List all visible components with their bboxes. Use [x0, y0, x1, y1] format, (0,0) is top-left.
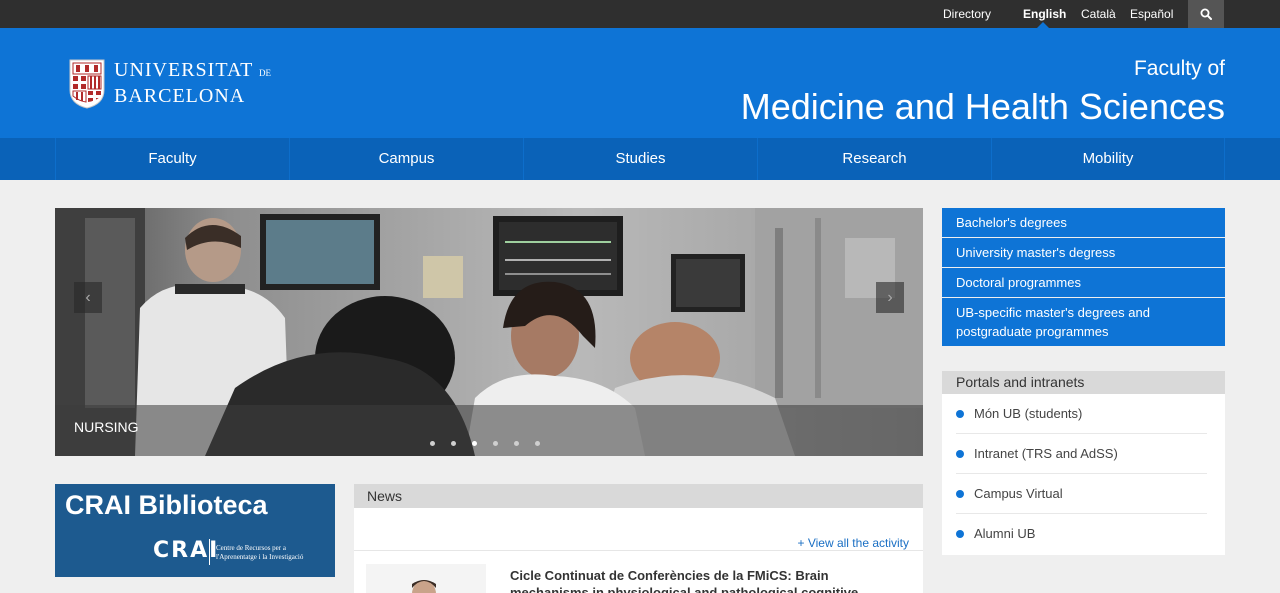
- site-header: UNIVERSITAT DE BARCELONA Faculty of Medi…: [0, 28, 1280, 138]
- bachelors-degrees-link[interactable]: Bachelor's degrees: [942, 208, 1225, 237]
- view-all-activity-link[interactable]: + View all the activity: [798, 536, 910, 550]
- slider-dots: [430, 441, 540, 446]
- news-thumbnail[interactable]: [366, 564, 486, 593]
- language-espanol[interactable]: Español: [1130, 0, 1173, 28]
- nav-item-faculty[interactable]: Faculty: [55, 138, 289, 180]
- news-panel: News + View all the activity Cicle Conti…: [354, 484, 923, 593]
- portal-item-alumni[interactable]: Alumni UB: [956, 514, 1207, 554]
- news-item-title[interactable]: Cicle Continuat de Conferències de la FM…: [510, 567, 870, 593]
- crai-subtitle-line2: l'Aprenentatge i la Investigació: [216, 553, 304, 561]
- faculty-of-label: Faculty of: [1133, 57, 1225, 80]
- slider-dot-active[interactable]: [472, 441, 477, 446]
- news-divider: [354, 550, 923, 551]
- search-icon: [1200, 8, 1212, 20]
- crai-subtitle: Centre de Recursos per a l'Aprenentatge …: [216, 544, 334, 562]
- chevron-right-icon: ›: [887, 289, 893, 306]
- nav-item-mobility[interactable]: Mobility: [991, 138, 1225, 180]
- portal-item-intranet[interactable]: Intranet (TRS and AdSS): [956, 434, 1207, 474]
- crai-divider: [209, 539, 210, 565]
- slider-dot[interactable]: [493, 441, 498, 446]
- slide-caption: NURSING: [74, 419, 139, 435]
- portal-label: Món UB (students): [974, 406, 1083, 421]
- news-photo: [366, 564, 486, 593]
- slider-dot[interactable]: [535, 441, 540, 446]
- faculty-name[interactable]: Medicine and Health Sciences: [741, 86, 1225, 128]
- bullet-icon: [956, 530, 964, 538]
- nav-item-campus[interactable]: Campus: [289, 138, 523, 180]
- portal-item-mon-ub[interactable]: Món UB (students): [956, 394, 1207, 434]
- bullet-icon: [956, 450, 964, 458]
- slider-dot[interactable]: [430, 441, 435, 446]
- portal-label: Campus Virtual: [974, 486, 1063, 501]
- portal-label: Intranet (TRS and AdSS): [974, 446, 1118, 461]
- slider-prev-button[interactable]: ‹: [74, 282, 102, 313]
- utility-bar: Directory English Català Español: [0, 0, 1280, 28]
- logo-universitat: UNIVERSITAT: [114, 58, 254, 81]
- university-masters-link[interactable]: University master's degress: [942, 238, 1225, 267]
- ub-wordmark: UNIVERSITAT DE BARCELONA: [114, 59, 271, 108]
- crai-title: CRAI Biblioteca: [65, 490, 268, 520]
- language-catala[interactable]: Català: [1081, 0, 1116, 28]
- portal-item-campus-virtual[interactable]: Campus Virtual: [956, 474, 1207, 514]
- doctoral-programmes-link[interactable]: Doctoral programmes: [942, 268, 1225, 297]
- hero-slider[interactable]: NURSING ‹ ›: [55, 208, 923, 456]
- ub-specific-masters-link[interactable]: UB-specific master's degrees and postgra…: [942, 298, 1225, 346]
- degree-links: Bachelor's degrees University master's d…: [942, 208, 1225, 347]
- ub-logo[interactable]: UNIVERSITAT DE BARCELONA: [68, 56, 271, 110]
- slider-dot[interactable]: [514, 441, 519, 446]
- chevron-left-icon: ‹: [85, 289, 91, 306]
- nav-item-studies[interactable]: Studies: [523, 138, 757, 180]
- slider-dot[interactable]: [451, 441, 456, 446]
- caption-bar: [55, 405, 923, 456]
- logo-de: DE: [259, 67, 272, 78]
- main-nav: Faculty Campus Studies Research Mobility: [0, 138, 1280, 180]
- bullet-icon: [956, 410, 964, 418]
- portal-label: Alumni UB: [974, 526, 1036, 541]
- logo-barcelona: BARCELONA: [114, 84, 246, 107]
- bullet-icon: [956, 490, 964, 498]
- directory-link[interactable]: Directory: [943, 0, 991, 28]
- crai-subtitle-line1: Centre de Recursos per a: [216, 544, 286, 552]
- portals-title: Portals and intranets: [942, 371, 1225, 394]
- news-title: News: [354, 484, 923, 508]
- search-button[interactable]: [1188, 0, 1224, 28]
- ub-shield-icon: [69, 59, 105, 109]
- slider-next-button[interactable]: ›: [876, 282, 904, 313]
- nav-item-research[interactable]: Research: [757, 138, 991, 180]
- crai-banner[interactable]: CRAI Biblioteca CRAI Centre de Recursos …: [55, 484, 335, 577]
- portals-panel: Portals and intranets Món UB (students) …: [942, 371, 1225, 555]
